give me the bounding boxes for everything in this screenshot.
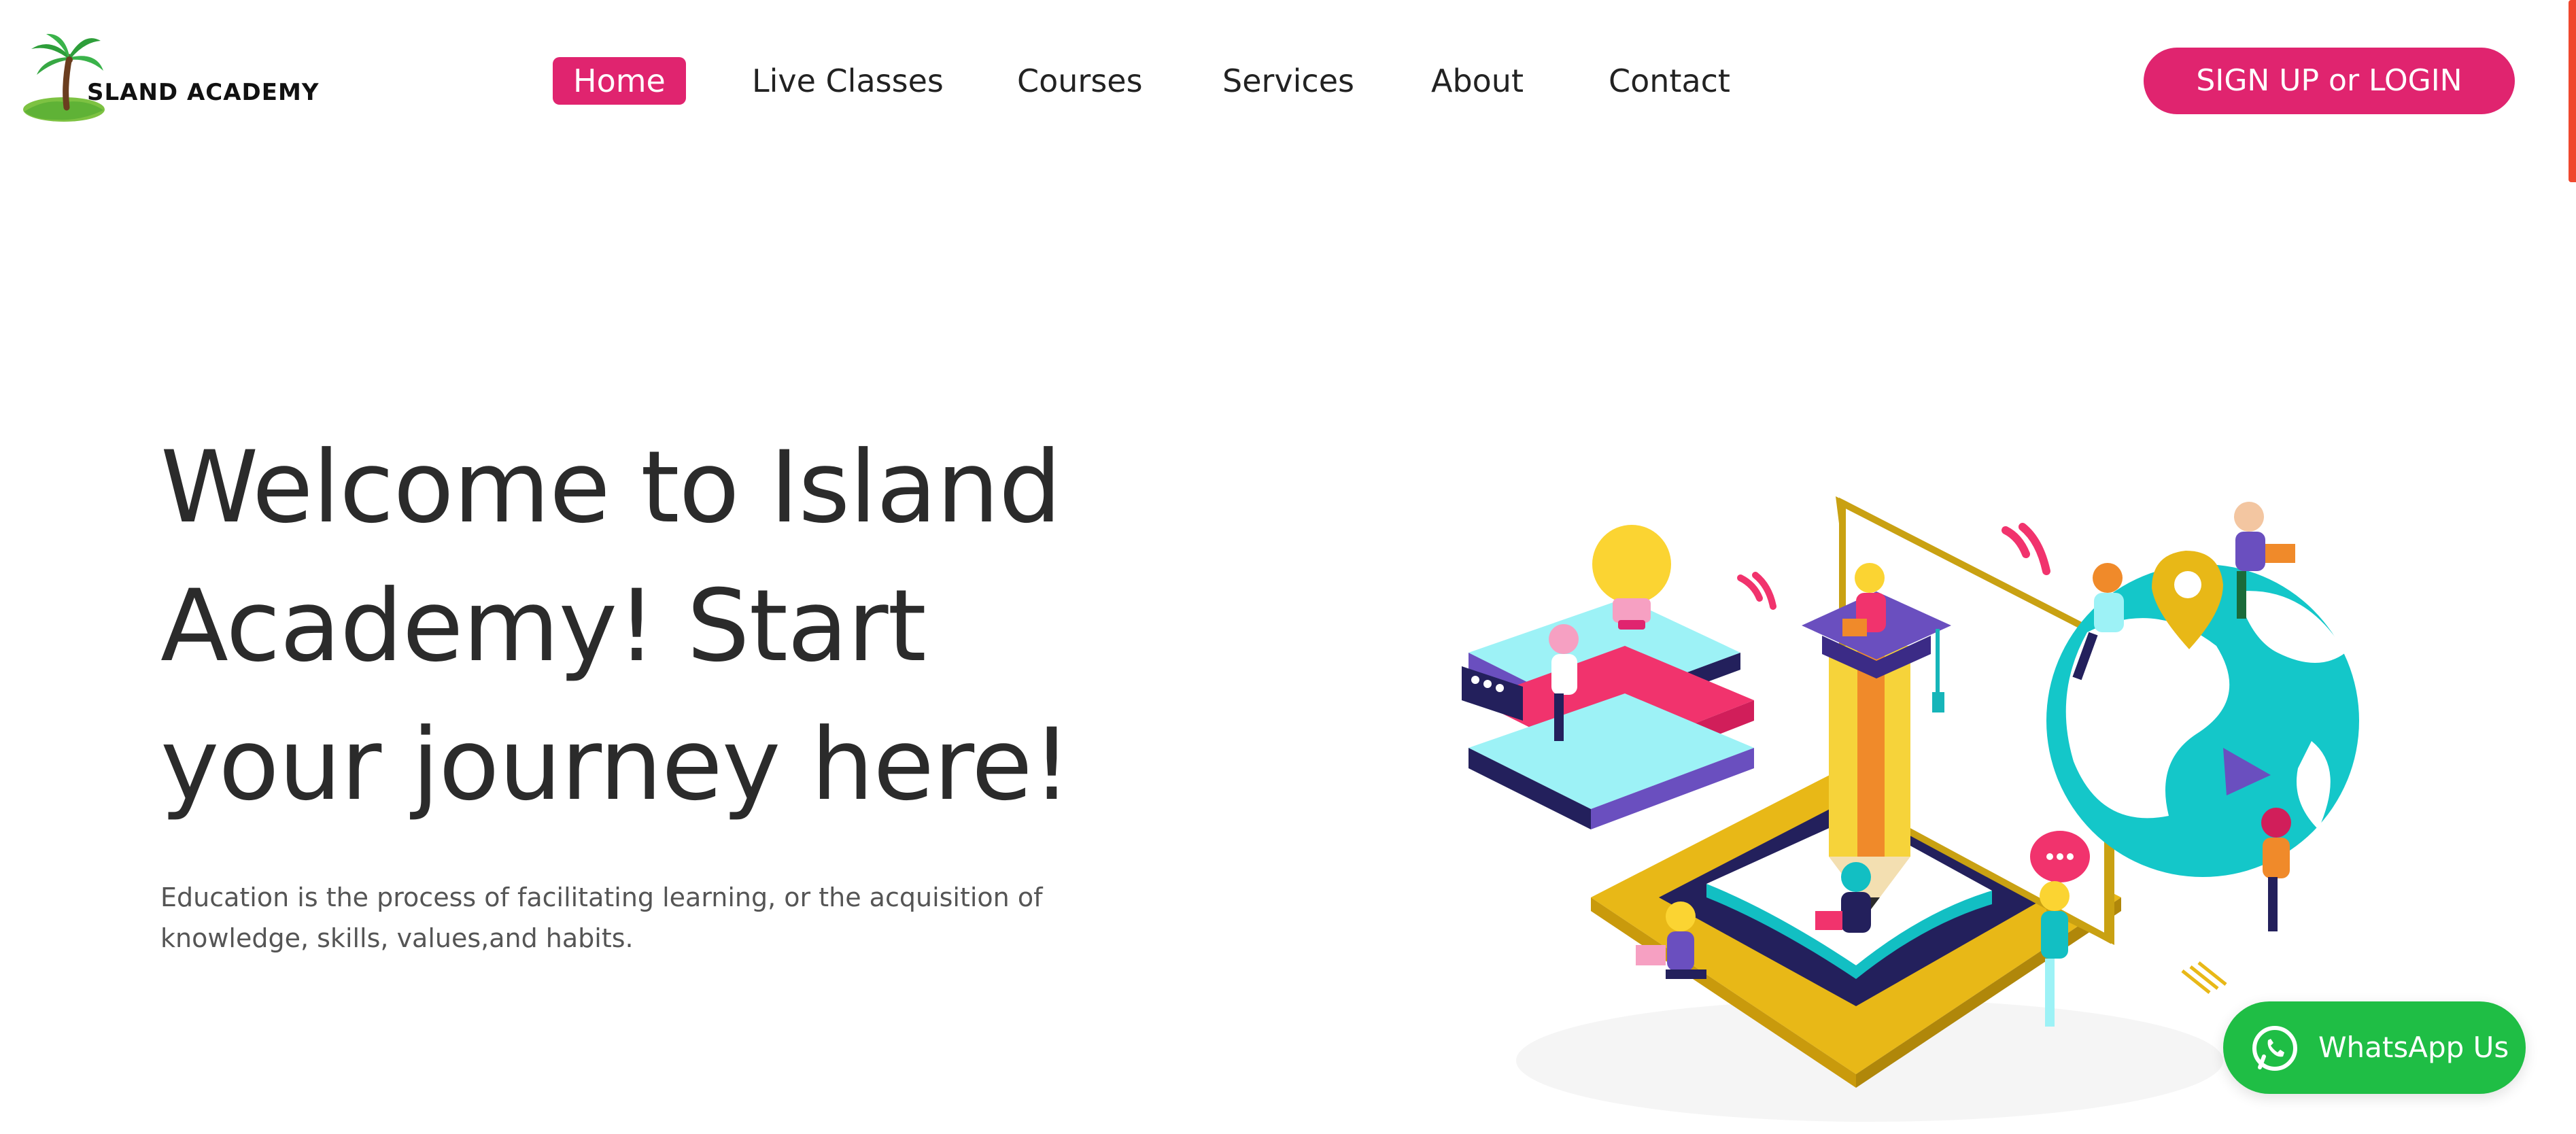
nav-courses[interactable]: Courses	[1017, 57, 1143, 105]
nav-contact[interactable]: Contact	[1609, 57, 1730, 105]
hero-title-line: Welcome to Island	[160, 430, 1062, 545]
whatsapp-icon	[2252, 1026, 2297, 1071]
nav-services[interactable]: Services	[1222, 57, 1354, 105]
logo-text: SLAND ACADEMY	[87, 79, 320, 106]
hero-title-line: Academy! Start	[160, 568, 927, 684]
hero-description-line: Education is the process of facilitating…	[160, 882, 1043, 912]
hero-description: Education is the process of facilitating…	[160, 877, 1099, 959]
hero-title: Welcome to Island Academy! Start your jo…	[160, 418, 1126, 834]
scroll-progress-indicator	[2569, 0, 2576, 182]
hero-title-line: your journey here!	[160, 707, 1071, 823]
whatsapp-button[interactable]: WhatsApp Us	[2223, 1001, 2526, 1094]
nav-about[interactable]: About	[1431, 57, 1524, 105]
nav-live-classes[interactable]: Live Classes	[752, 57, 944, 105]
site-header: SLAND ACADEMY Home Live Classes Courses …	[0, 0, 2576, 163]
island-academy-logo[interactable]: SLAND ACADEMY	[16, 31, 318, 126]
hero-description-line: knowledge, skills, values,and habits.	[160, 923, 634, 953]
nav-home[interactable]: Home	[553, 57, 686, 105]
whatsapp-label: WhatsApp Us	[2318, 1031, 2509, 1064]
signup-login-button[interactable]: SIGN UP or LOGIN	[2144, 48, 2515, 114]
